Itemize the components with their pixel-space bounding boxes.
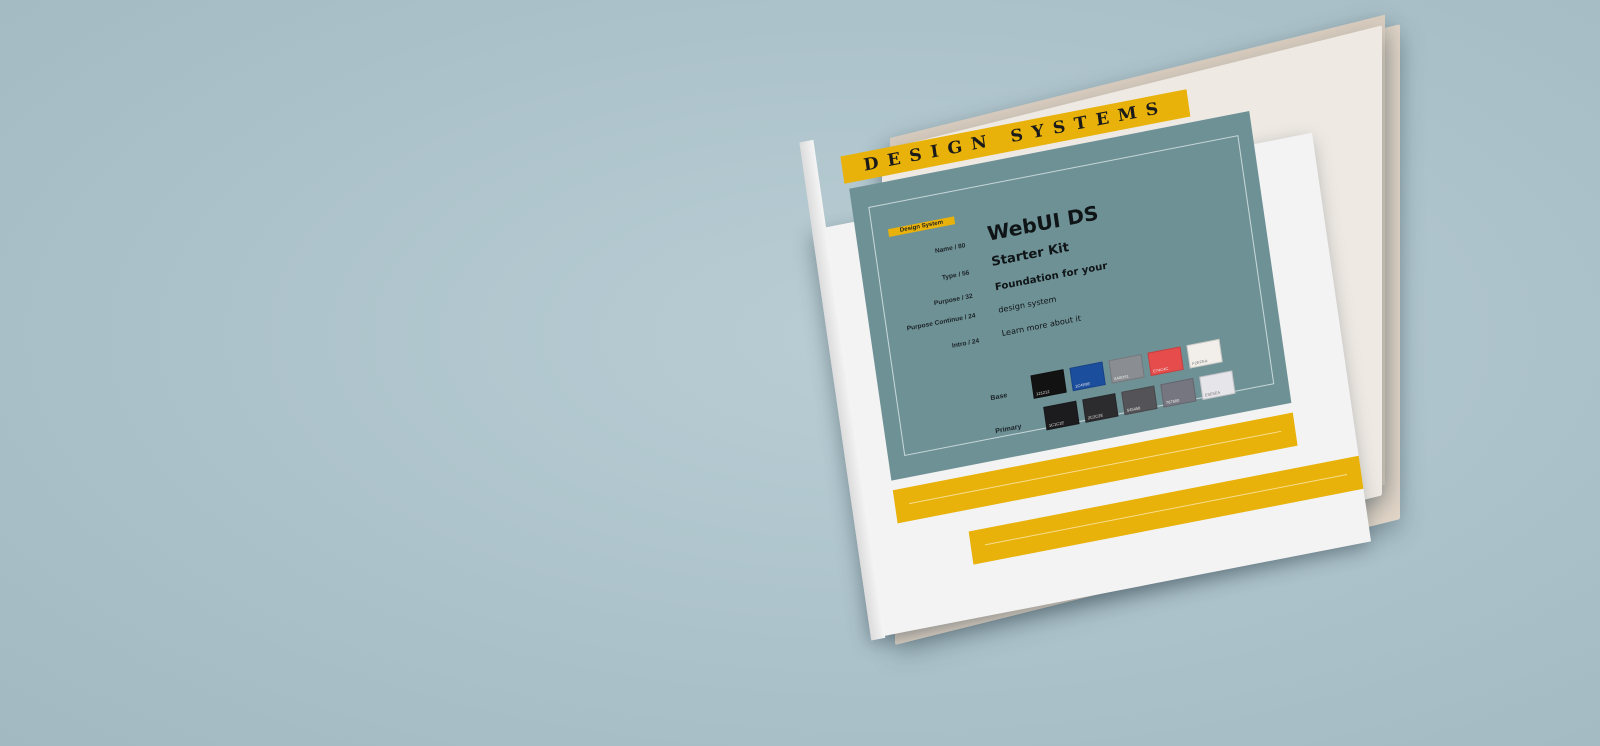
swatch: 545458 bbox=[1121, 385, 1158, 416]
desk-scene: DESIGN SYSTEMS Design System Name / 80 W… bbox=[0, 0, 1600, 746]
swatch: 1C1C1E bbox=[1043, 400, 1080, 431]
swatch: E5E5EA bbox=[1199, 370, 1236, 401]
booklet-cover: DESIGN SYSTEMS Design System Name / 80 W… bbox=[799, 89, 1372, 641]
swatch: 2C2C2E bbox=[1082, 393, 1119, 423]
swatch: 767680 bbox=[1160, 377, 1197, 408]
